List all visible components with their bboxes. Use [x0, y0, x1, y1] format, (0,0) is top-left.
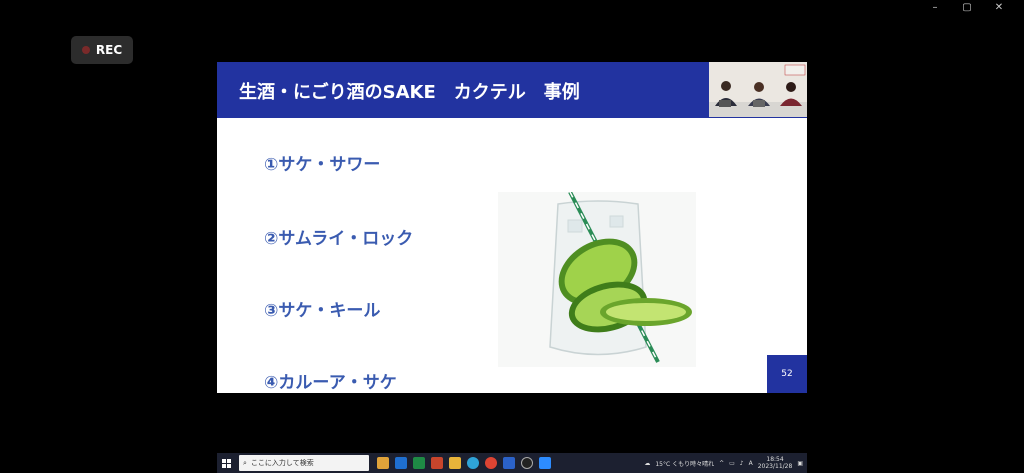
taskbar-search[interactable]: ⌕ ここに入力して検索 [239, 455, 369, 471]
volume-icon[interactable]: ♪ [740, 460, 744, 467]
powerpoint-icon[interactable] [431, 457, 443, 469]
system-tray: ☁ 15°C くもり時々晴れ ^ ▭ ♪ A 18:54 2023/11/28 … [644, 456, 807, 470]
word-icon[interactable] [503, 457, 515, 469]
list-item: ①サケ・サワー [264, 155, 381, 175]
clock[interactable]: 18:54 2023/11/28 [758, 456, 793, 470]
slide-header: 生酒・にごり酒のSAKE カクテル 事例 [217, 62, 807, 118]
clock-date: 2023/11/28 [757, 463, 793, 470]
list-item: ④カルーア・サケ [264, 373, 397, 393]
start-button[interactable] [217, 453, 235, 473]
zoom-icon[interactable] [539, 457, 551, 469]
search-placeholder: ここに入力して検索 [250, 459, 314, 467]
briefcase-icon[interactable] [377, 457, 389, 469]
weather-text[interactable]: 15°C くもり時々晴れ [655, 459, 714, 468]
webcam-thumbnail[interactable] [709, 62, 807, 117]
rec-label: REC [95, 43, 123, 57]
edge-icon[interactable] [467, 457, 479, 469]
presentation-slide: 生酒・にごり酒のSAKE カクテル 事例 ①サケ・サワー ②サムライ・ロック ③… [217, 62, 807, 393]
folder-icon[interactable] [449, 457, 461, 469]
maximize-button[interactable]: ▢ [960, 2, 974, 13]
ime-indicator[interactable]: A [749, 460, 753, 467]
media-player-icon[interactable] [521, 457, 533, 469]
minimize-button[interactable]: – [928, 2, 942, 13]
pinned-apps [377, 457, 551, 469]
list-item: ②サムライ・ロック [264, 229, 414, 249]
slide-page-number: 52 [767, 355, 807, 393]
lime-cocktail-photo [498, 191, 696, 367]
tray-chevron-icon[interactable]: ^ [719, 460, 724, 467]
close-button[interactable]: ✕ [992, 2, 1006, 13]
webcam-image [709, 62, 807, 117]
window-controls: – ▢ ✕ [928, 2, 1006, 13]
outlook-icon[interactable] [395, 457, 407, 469]
weather-icon[interactable]: ☁ [644, 460, 650, 467]
search-icon: ⌕ [243, 458, 247, 467]
chrome-icon[interactable] [485, 457, 497, 469]
list-item: ③サケ・キール [264, 301, 381, 321]
rec-indicator[interactable]: REC [71, 36, 133, 64]
network-icon[interactable]: ▭ [729, 460, 735, 467]
record-icon [81, 46, 90, 54]
taskbar: ⌕ ここに入力して検索 ☁ 15°C くもり時々晴れ ^ ▭ ♪ A 18:54… [217, 453, 807, 473]
windows-icon [221, 458, 231, 468]
clock-time: 18:54 [766, 456, 784, 463]
slide-title: 生酒・にごり酒のSAKE カクテル 事例 [239, 82, 580, 103]
notification-icon[interactable]: ▣ [797, 460, 803, 467]
excel-icon[interactable] [413, 457, 425, 469]
